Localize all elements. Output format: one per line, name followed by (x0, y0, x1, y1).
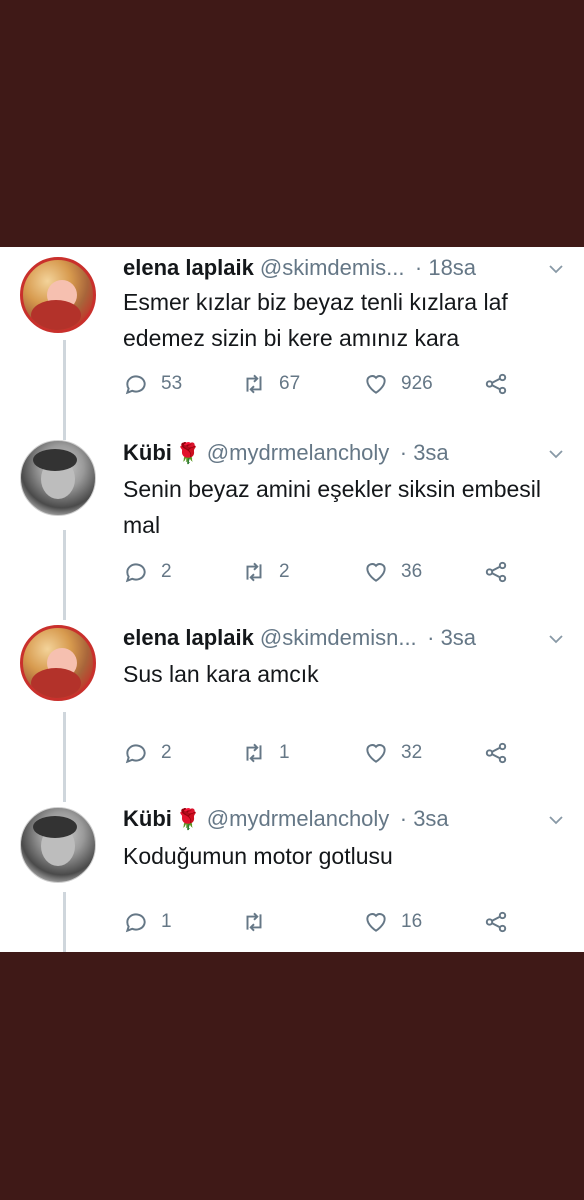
retweet-icon (246, 374, 262, 394)
timestamp[interactable]: · 3sa (400, 440, 449, 465)
reply-count: 2 (161, 561, 172, 582)
chevron-down-icon[interactable] (548, 261, 564, 277)
avatar[interactable] (20, 807, 96, 883)
avatar[interactable] (20, 625, 96, 701)
reply-button[interactable]: 2 (123, 740, 172, 766)
retweet-count: 2 (279, 561, 290, 582)
chevron-down-icon[interactable] (548, 631, 564, 647)
heart-icon (366, 563, 386, 582)
like-count: 16 (401, 911, 423, 932)
like-count: 32 (401, 742, 423, 763)
share-button[interactable] (483, 740, 521, 766)
like-button[interactable]: 926 (363, 371, 433, 397)
like-button[interactable]: 16 (363, 909, 422, 935)
avatar[interactable] (20, 257, 96, 333)
retweet-icon (246, 912, 262, 932)
tweet-actions: 53 67 926 (123, 371, 523, 401)
tweet-actions: 2 2 36 (123, 559, 523, 589)
tweet-header: elena laplaik @skimdemis... · 18sa (123, 255, 564, 285)
retweet-button[interactable] (241, 909, 279, 935)
heart-icon (366, 913, 386, 932)
tweet-header: elena laplaik @skimdemisn... · 3sa (123, 625, 564, 655)
rose-emoji: 🌹 (175, 809, 201, 831)
reply-button[interactable]: 2 (123, 559, 172, 585)
timestamp[interactable]: · 18sa (415, 255, 476, 280)
share-icon (485, 911, 507, 933)
tweet[interactable]: Kübi 🌹 @mydrmelancholy · 3sa Senin beyaz a… (0, 435, 584, 620)
user-handle[interactable]: @skimdemisn... (260, 625, 417, 650)
display-name[interactable]: elena laplaik (123, 625, 254, 650)
reply-button[interactable]: 1 (123, 909, 172, 935)
tweet-thread-panel: elena laplaik @skimdemis... · 18sa Esmer … (0, 247, 584, 952)
tweet-actions: 1 16 (123, 909, 523, 939)
tweet-text: Senin beyaz amini eşekler siksin embesil… (123, 476, 542, 538)
retweet-icon (246, 562, 262, 582)
user-handle[interactable]: @skimdemis... (260, 255, 405, 280)
tweet-text: Esmer kızlar biz beyaz tenli kızlara laf… (123, 289, 508, 351)
share-button[interactable] (483, 909, 521, 935)
tweet-text: Koduğumun motor gotlusu (123, 843, 393, 869)
retweet-button[interactable]: 67 (241, 371, 300, 397)
chevron-down-icon[interactable] (548, 812, 564, 828)
display-name[interactable]: elena laplaik (123, 255, 254, 280)
user-handle[interactable]: @mydrmelancholy (207, 806, 390, 831)
timestamp[interactable]: · 3sa (427, 625, 476, 650)
share-button[interactable] (483, 371, 521, 397)
reply-count: 2 (161, 742, 172, 763)
retweet-count: 67 (279, 373, 301, 394)
retweet-button[interactable]: 2 (241, 559, 290, 585)
reply-icon (125, 744, 146, 764)
reply-icon (125, 913, 146, 933)
display-name[interactable]: Kübi (123, 806, 172, 831)
reply-icon (125, 563, 146, 583)
like-button[interactable]: 36 (363, 559, 422, 585)
share-icon (485, 742, 507, 764)
retweet-count: 1 (279, 742, 290, 763)
chevron-down-icon[interactable] (548, 446, 564, 462)
retweet-button[interactable]: 1 (241, 740, 290, 766)
like-count: 926 (401, 373, 433, 394)
reply-icon (125, 375, 146, 395)
share-icon (485, 373, 507, 395)
tweet-header: Kübi 🌹 @mydrmelancholy · 3sa (123, 440, 564, 470)
tweet[interactable]: Kübi 🌹 @mydrmelancholy · 3sa Koduğumun mot… (0, 802, 584, 952)
heart-icon (366, 744, 386, 763)
reply-count: 1 (161, 911, 172, 932)
reply-button[interactable]: 53 (123, 371, 182, 397)
tweet[interactable]: elena laplaik @skimdemisn... · 3sa Sus la… (0, 620, 584, 800)
retweet-icon (246, 743, 262, 763)
rose-emoji: 🌹 (175, 443, 201, 465)
share-icon (485, 561, 507, 583)
like-button[interactable]: 32 (363, 740, 422, 766)
like-count: 36 (401, 561, 423, 582)
display-name[interactable]: Kübi (123, 440, 172, 465)
avatar[interactable] (20, 440, 96, 516)
tweet-header: Kübi 🌹 @mydrmelancholy · 3sa (123, 806, 564, 836)
timestamp[interactable]: · 3sa (400, 806, 449, 831)
user-handle[interactable]: @mydrmelancholy (207, 440, 390, 465)
heart-icon (366, 375, 386, 394)
reply-count: 53 (161, 373, 183, 394)
share-button[interactable] (483, 559, 521, 585)
tweet-actions: 2 1 32 (123, 740, 523, 770)
tweet[interactable]: elena laplaik @skimdemis... · 18sa Esmer … (0, 247, 584, 432)
tweet-text: Sus lan kara amcık (123, 661, 319, 687)
